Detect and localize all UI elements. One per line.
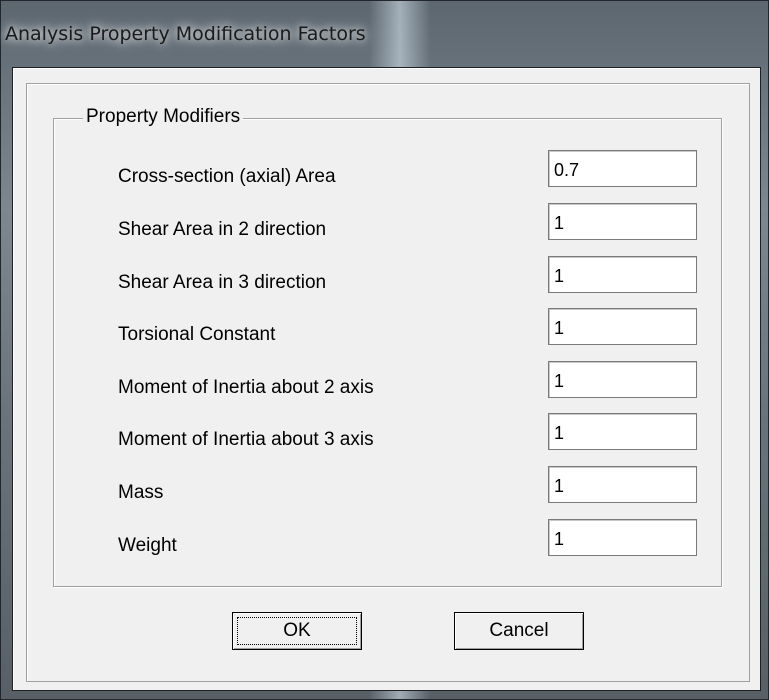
label-cross-section-area: Cross-section (axial) Area	[118, 166, 336, 187]
cancel-button-label: Cancel	[489, 620, 549, 641]
label-shear-area-3: Shear Area in 3 direction	[118, 272, 327, 293]
group-label: Property Modifiers	[83, 106, 244, 128]
shear-area-2-input[interactable]	[548, 203, 697, 240]
torsional-constant-input[interactable]	[548, 308, 697, 345]
cancel-button[interactable]: Cancel	[454, 612, 584, 650]
focus-rectangle	[237, 617, 357, 645]
label-weight: Weight	[118, 535, 177, 556]
property-modifiers-group	[53, 118, 722, 587]
mass-input[interactable]	[548, 466, 697, 503]
label-mass: Mass	[118, 482, 164, 503]
cross-section-area-input[interactable]	[548, 150, 697, 187]
moment-inertia-3-input[interactable]	[548, 413, 697, 450]
label-moment-inertia-2: Moment of Inertia about 2 axis	[118, 377, 374, 398]
shear-area-3-input[interactable]	[548, 256, 697, 293]
label-shear-area-2: Shear Area in 2 direction	[118, 219, 327, 240]
dialog-window: Analysis Property Modification Factors P…	[0, 0, 769, 700]
moment-inertia-2-input[interactable]	[548, 361, 697, 398]
window-title: Analysis Property Modification Factors	[5, 23, 366, 45]
label-torsional-constant: Torsional Constant	[118, 324, 276, 345]
title-bar[interactable]: Analysis Property Modification Factors	[1, 1, 769, 67]
ok-button[interactable]: OK	[232, 612, 362, 650]
weight-input[interactable]	[548, 519, 697, 556]
label-moment-inertia-3: Moment of Inertia about 3 axis	[118, 429, 374, 450]
